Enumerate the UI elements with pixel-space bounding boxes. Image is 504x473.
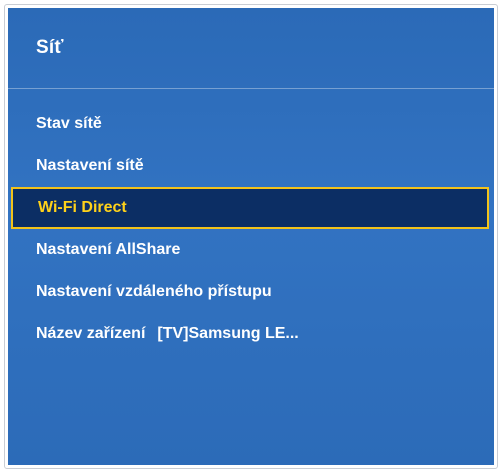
menu-item-device-name[interactable]: Název zařízení [TV]Samsung LE... [8, 313, 494, 355]
menu-item-remote-access-settings[interactable]: Nastavení vzdáleného přístupu [8, 271, 494, 313]
menu-item-label: Nastavení vzdáleného přístupu [36, 283, 272, 300]
menu-item-label: Nastavení AllShare [36, 241, 181, 258]
menu-title: Síť [36, 37, 64, 58]
menu-item-label: Wi-Fi Direct [38, 199, 127, 216]
menu-item-allshare-settings[interactable]: Nastavení AllShare [8, 229, 494, 271]
menu-item-label: Název zařízení [36, 325, 146, 342]
menu-item-network-status[interactable]: Stav sítě [8, 103, 494, 145]
menu-item-network-settings[interactable]: Nastavení sítě [8, 145, 494, 187]
title-divider [8, 88, 494, 89]
menu-item-wifi-direct[interactable]: Wi-Fi Direct [11, 187, 489, 229]
device-name-value: [TV]Samsung LE... [157, 325, 299, 342]
network-menu-list: Stav sítě Nastavení sítě Wi-Fi Direct Na… [8, 103, 494, 355]
menu-item-label: Stav sítě [36, 115, 102, 132]
menu-item-label: Nastavení sítě [36, 157, 144, 174]
